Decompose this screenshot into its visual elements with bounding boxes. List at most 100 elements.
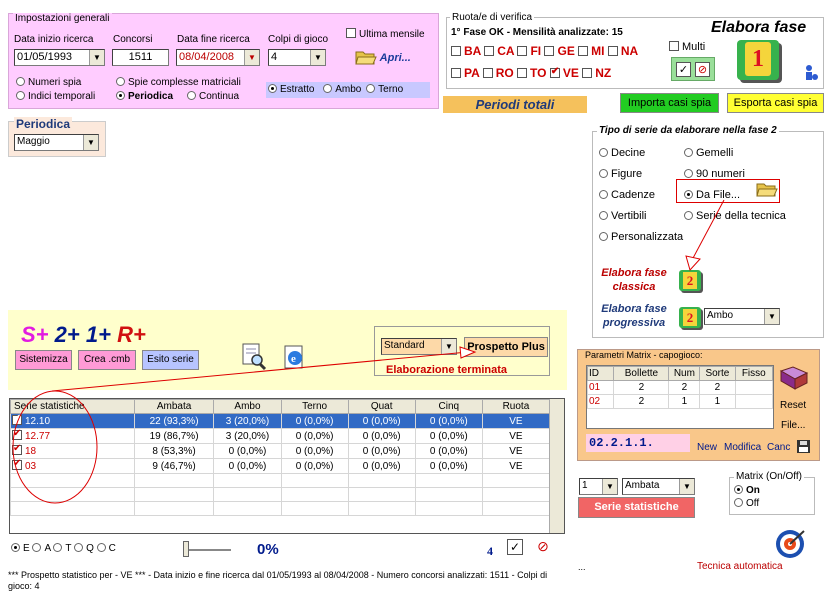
date-end-select[interactable]: 08/04/2008 ▼ [176, 49, 260, 66]
col-quat[interactable]: Quat [347, 399, 416, 414]
periodica-select[interactable]: Maggio ▼ [14, 134, 99, 151]
info-icon[interactable] [802, 63, 820, 81]
matrix-file-button[interactable]: File... [781, 420, 805, 431]
concorsi-field[interactable]: 1511 [112, 49, 169, 66]
elaborazione-status: Elaborazione terminata [386, 364, 508, 376]
serie-statistiche-button[interactable]: Serie statistiche [578, 497, 695, 518]
col-cinq[interactable]: Cinq [414, 399, 483, 414]
ruota-nz-checkbox[interactable]: NZ [582, 66, 611, 80]
table-row[interactable]: 03 9 (46,7%)0 (0,0%)0 (0,0%)0 (0,0%)0 (0… [10, 458, 551, 474]
target-icon[interactable] [774, 528, 806, 560]
radio-serie-tecnica[interactable]: Serie della tecnica [684, 210, 786, 222]
radio-terno[interactable]: Terno [366, 84, 403, 95]
date-start-select[interactable]: 01/05/1993 ▼ [14, 49, 105, 66]
col-serie[interactable]: Serie statistiche [10, 399, 135, 414]
radio-numeri-spia[interactable]: Numeri spia [16, 77, 81, 88]
chevron-down-icon: ▼ [679, 479, 694, 494]
matrix-modifica-button[interactable]: Modifica [724, 442, 761, 453]
row-checkbox[interactable] [12, 443, 22, 455]
standard-select[interactable]: Standard ▼ [381, 338, 457, 355]
radio-e[interactable]: E [11, 543, 30, 554]
ruota-ba-checkbox[interactable]: BA [451, 44, 481, 58]
search-document-icon[interactable] [241, 343, 267, 371]
row-checkbox[interactable] [12, 413, 22, 425]
col-ambo[interactable]: Ambo [213, 399, 282, 414]
ruota-fi-checkbox[interactable]: FI [517, 44, 541, 58]
radio-icon [323, 84, 333, 93]
elabora-fase-1-button[interactable]: 1 [737, 40, 779, 80]
radio-matrix-on[interactable]: On [734, 485, 760, 496]
radio-t[interactable]: T [53, 543, 71, 554]
matrix-reset-button[interactable]: Reset [780, 400, 806, 411]
matrix-new-button[interactable]: New [697, 442, 717, 453]
radio-indici-temporali[interactable]: Indici temporali [16, 91, 95, 102]
vertical-scrollbar[interactable] [549, 399, 564, 533]
ruota-ge-checkbox[interactable]: GE [544, 44, 575, 58]
deselect-all-icon[interactable]: ⊘ [695, 62, 710, 77]
radio-vertibili[interactable]: Vertibili [599, 210, 646, 222]
radio-q[interactable]: Q [74, 543, 94, 554]
esporta-casi-spia-button[interactable]: Esporta casi spia [727, 93, 824, 113]
sistemizza-button[interactable]: Sistemizza [15, 350, 72, 370]
matrix-canc-button[interactable]: Canc [767, 442, 790, 453]
row-checkbox[interactable] [12, 458, 22, 470]
crea-cmb-button[interactable]: Crea .cmb [78, 350, 136, 370]
ruota-na-checkbox[interactable]: NA [607, 44, 638, 58]
series-count: 4 [487, 544, 493, 558]
prospetto-plus-button[interactable]: Prospetto Plus [464, 337, 548, 357]
book-icon[interactable] [779, 365, 809, 391]
col-ruota[interactable]: Ruota [481, 399, 551, 414]
radio-spie-complesse[interactable]: Spie complesse matriciali [116, 77, 241, 88]
table-row[interactable]: 12.77 19 (86,7%)3 (20,0%)0 (0,0%)0 (0,0%… [10, 428, 551, 444]
row-checkbox[interactable] [12, 428, 22, 440]
da-file-highlight [676, 179, 780, 203]
importa-casi-spia-button[interactable]: Importa casi spia [620, 93, 719, 113]
apri-button[interactable]: Apri... [355, 49, 411, 65]
col-terno[interactable]: Terno [280, 399, 349, 414]
radio-gemelli[interactable]: Gemelli [684, 147, 733, 159]
radio-decine[interactable]: Decine [599, 147, 645, 159]
ruota-pa-checkbox[interactable]: PA [451, 66, 479, 80]
radio-c[interactable]: C [96, 543, 116, 554]
progressiva-select[interactable]: Ambo ▼ [704, 308, 780, 325]
radio-cadenze[interactable]: Cadenze [599, 189, 655, 201]
cancel-icon[interactable]: ⊘ [535, 539, 551, 555]
ruota-ve-checkbox[interactable]: VE [549, 66, 579, 80]
ultima-mensile-checkbox[interactable]: Ultima mensile [346, 28, 425, 40]
elabora-progressiva-button[interactable]: 2 [679, 307, 701, 328]
radio-periodica[interactable]: Periodica [116, 91, 173, 102]
radio-icon [187, 91, 196, 100]
table-row[interactable]: 18 8 (53,3%)0 (0,0%)0 (0,0%)0 (0,0%)0 (0… [10, 443, 551, 459]
ruota-ro-checkbox[interactable]: RO [482, 66, 514, 80]
matrix-sorte-select[interactable]: Ambata ▼ [622, 478, 695, 495]
confirm-icon[interactable]: ✓ [507, 539, 523, 555]
multi-checkbox[interactable]: Multi [669, 41, 705, 53]
radio-matrix-off[interactable]: Off [734, 498, 759, 509]
ruota-ca-checkbox[interactable]: CA [484, 44, 514, 58]
radio-a[interactable]: A [32, 543, 51, 554]
table-row[interactable]: 01 2 2 2 [587, 380, 773, 395]
ruota-mi-checkbox[interactable]: MI [578, 44, 605, 58]
stats-grid[interactable]: Serie statistiche Ambata Ambo Terno Quat… [9, 398, 565, 534]
matrix-num-select[interactable]: 1 ▼ [579, 478, 618, 495]
progress-slider[interactable] [183, 541, 231, 557]
chevron-down-icon: ▼ [83, 135, 98, 150]
select-all-icon[interactable]: ✓ [676, 62, 691, 77]
save-icon[interactable] [797, 440, 810, 453]
col-id: ID [587, 366, 615, 381]
table-row[interactable]: 02 2 1 1 [587, 394, 773, 409]
ruota-to-checkbox[interactable]: TO [517, 66, 546, 80]
radio-estratto[interactable]: Estratto [268, 84, 314, 95]
slider-thumb[interactable] [183, 541, 189, 557]
esito-serie-button[interactable]: Esito serie [142, 350, 199, 370]
browser-document-icon[interactable]: e [283, 345, 307, 371]
radio-figure[interactable]: Figure [599, 168, 642, 180]
colpi-select[interactable]: 4 ▼ [268, 49, 326, 66]
matrix-grid[interactable]: ID Bollette Num Sorte Fisso 01 2 2 2 02 2 1 1 [586, 365, 774, 429]
col-ambata[interactable]: Ambata [133, 399, 215, 414]
elabora-classica-button[interactable]: 2 [679, 270, 701, 291]
radio-continua[interactable]: Continua [187, 91, 239, 102]
radio-ambo[interactable]: Ambo [323, 84, 361, 95]
table-row[interactable]: 12.10 22 (93,3%)3 (20,0%)0 (0,0%)0 (0,0%… [10, 413, 551, 429]
radio-personalizzata[interactable]: Personalizzata [599, 231, 683, 243]
